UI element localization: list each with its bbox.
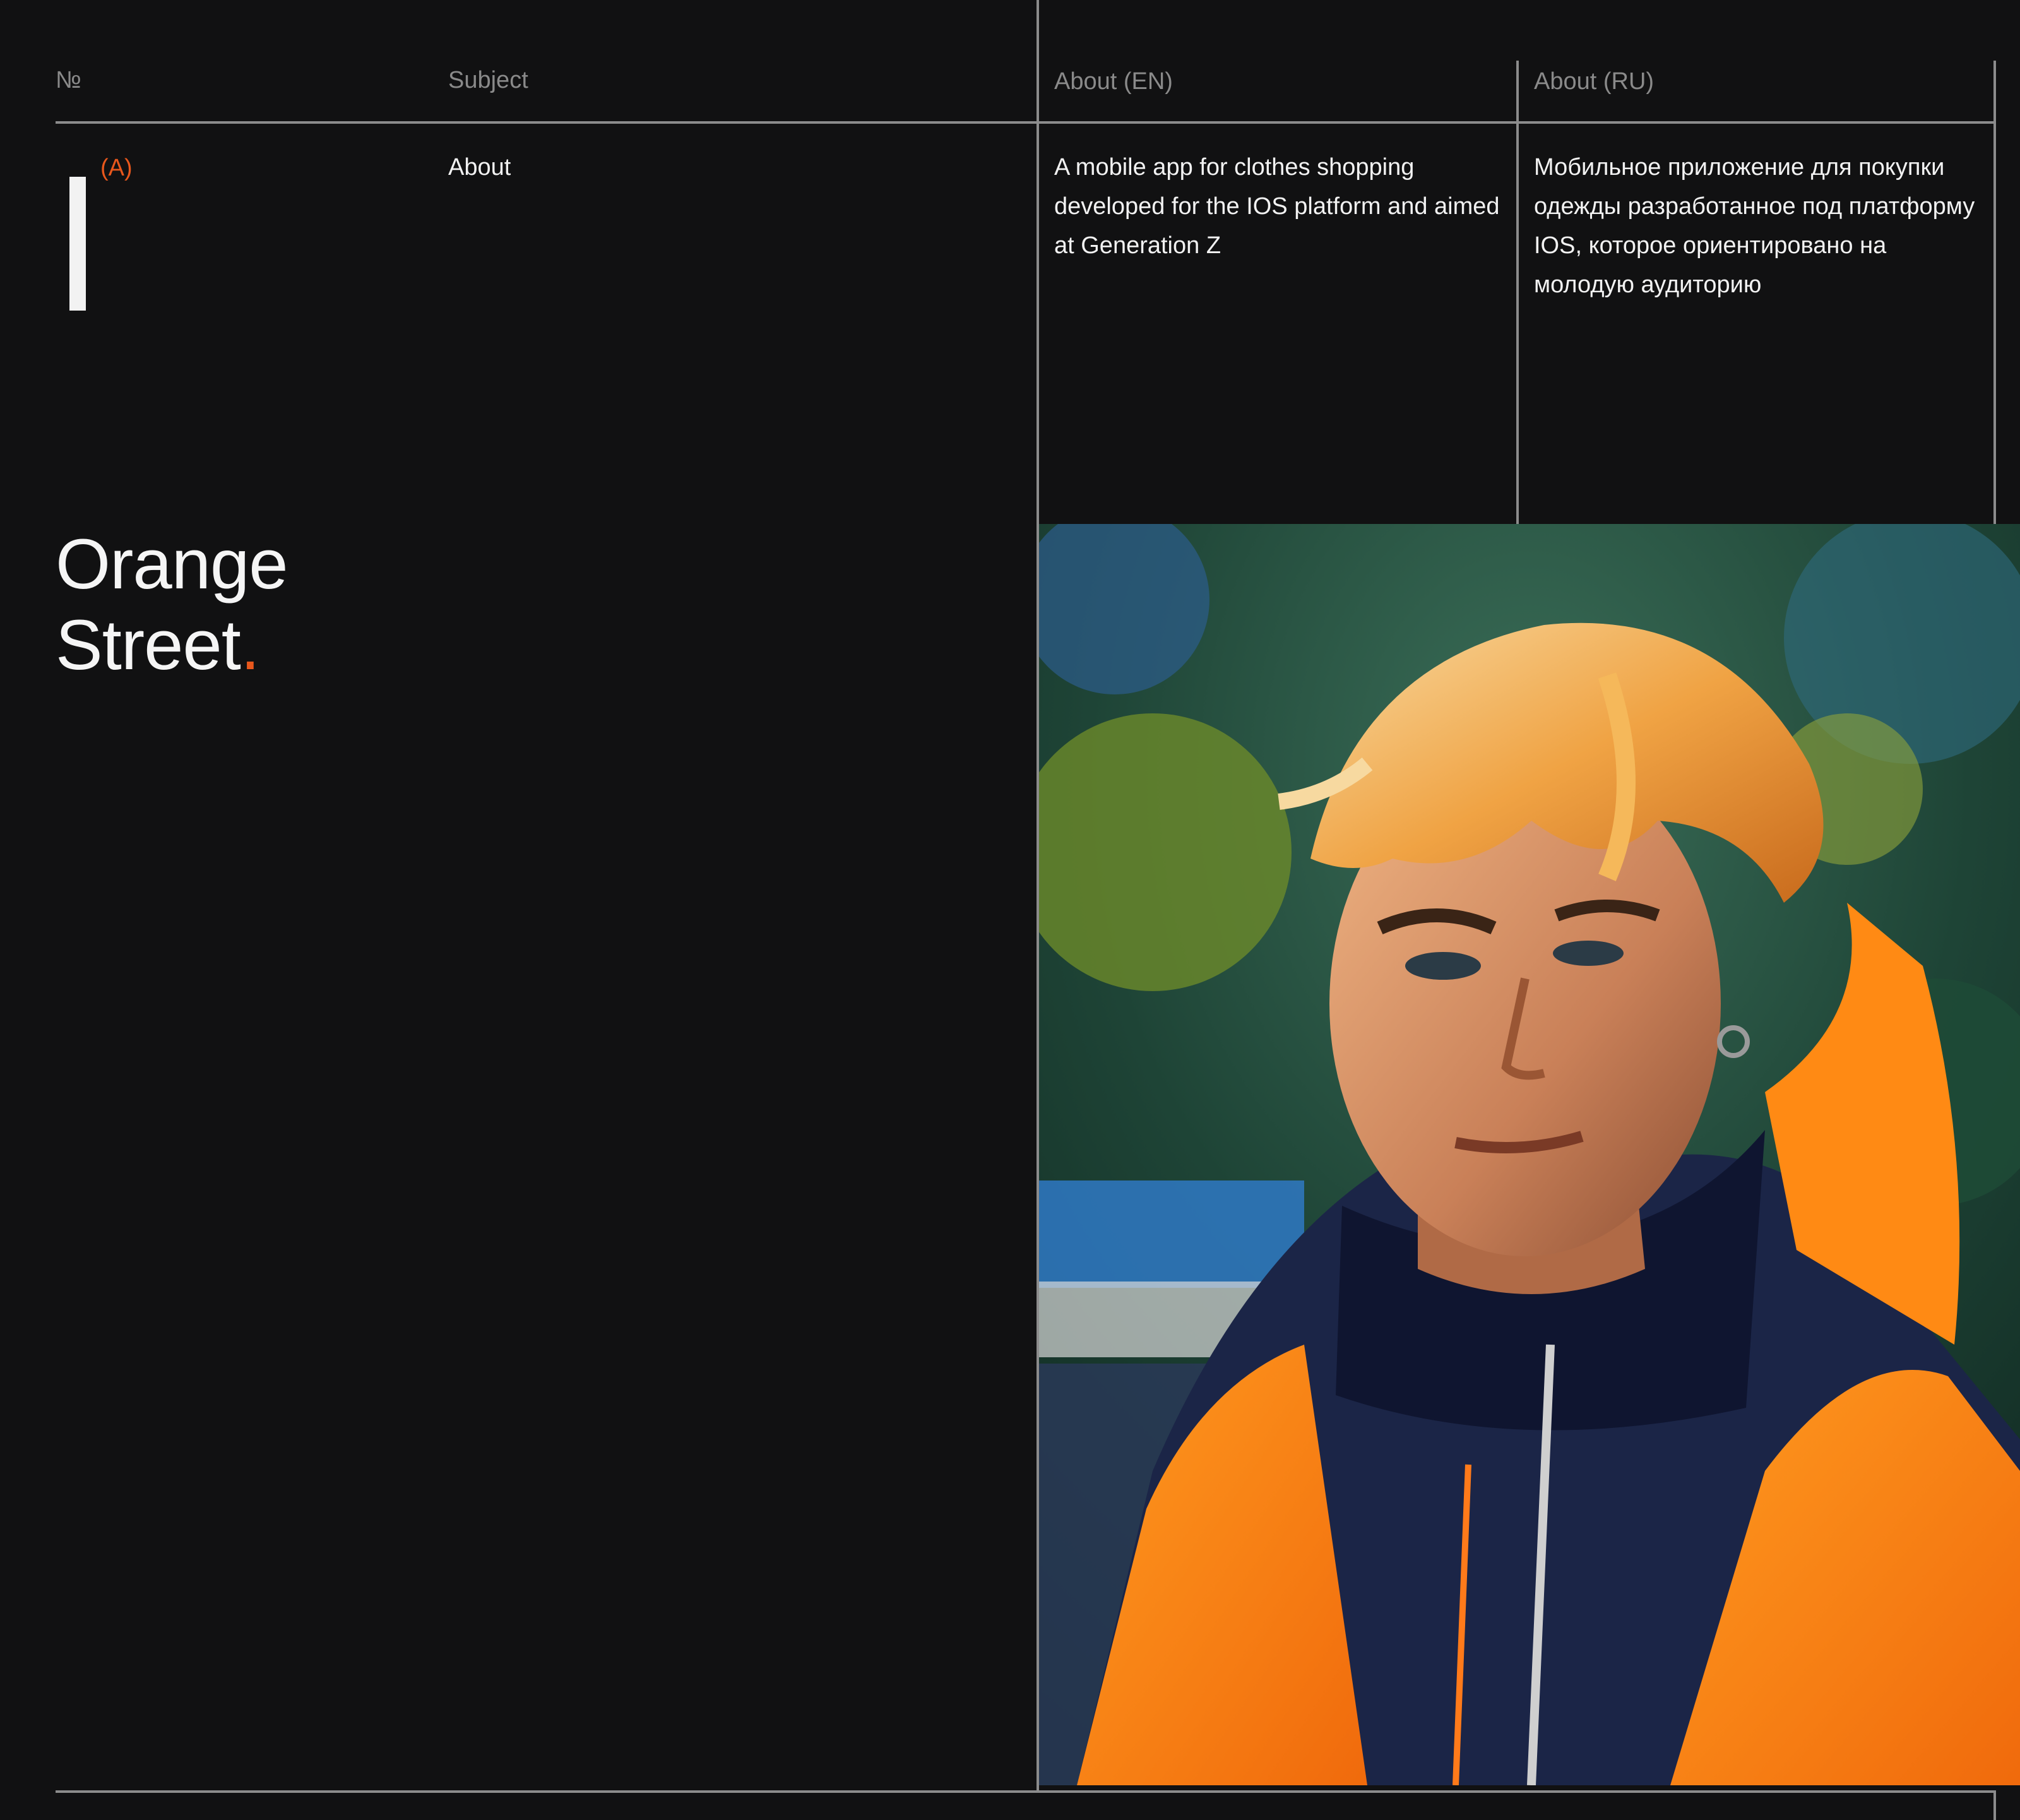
row-about-ru: Мобильное приложение для покупки одежды … — [1534, 154, 1975, 298]
row-subject: About — [448, 154, 511, 181]
divider-right-edge — [1993, 61, 1996, 524]
brand-line-2-text: Street — [56, 605, 241, 684]
row-index-mark — [69, 177, 86, 311]
footer-rule — [56, 1790, 1996, 1793]
divider-right-edge-bottom — [1993, 1792, 1996, 1820]
tent-awning — [1039, 1181, 1304, 1288]
header-subject: Subject — [448, 67, 528, 93]
brand-accent-dot: . — [240, 605, 260, 684]
brand-line-2: Street. — [56, 605, 288, 686]
row-about-en: A mobile app for clothes shopping develo… — [1054, 154, 1500, 259]
header-about-ru: About (RU) — [1534, 68, 1655, 95]
header-about-en: About (EN) — [1054, 68, 1173, 95]
brand-line-1: Orange — [56, 525, 288, 604]
header-rule — [56, 121, 1996, 124]
hero-photo — [1039, 524, 2020, 1785]
right-eye — [1553, 941, 1624, 966]
divider-en-ru — [1516, 61, 1519, 524]
left-eye — [1405, 952, 1481, 980]
brand-title: Orange Street. — [56, 524, 288, 686]
header-number: № — [56, 67, 81, 93]
portrait-photo-icon — [1039, 524, 2020, 1785]
row-index-letter: (A) — [100, 155, 133, 181]
